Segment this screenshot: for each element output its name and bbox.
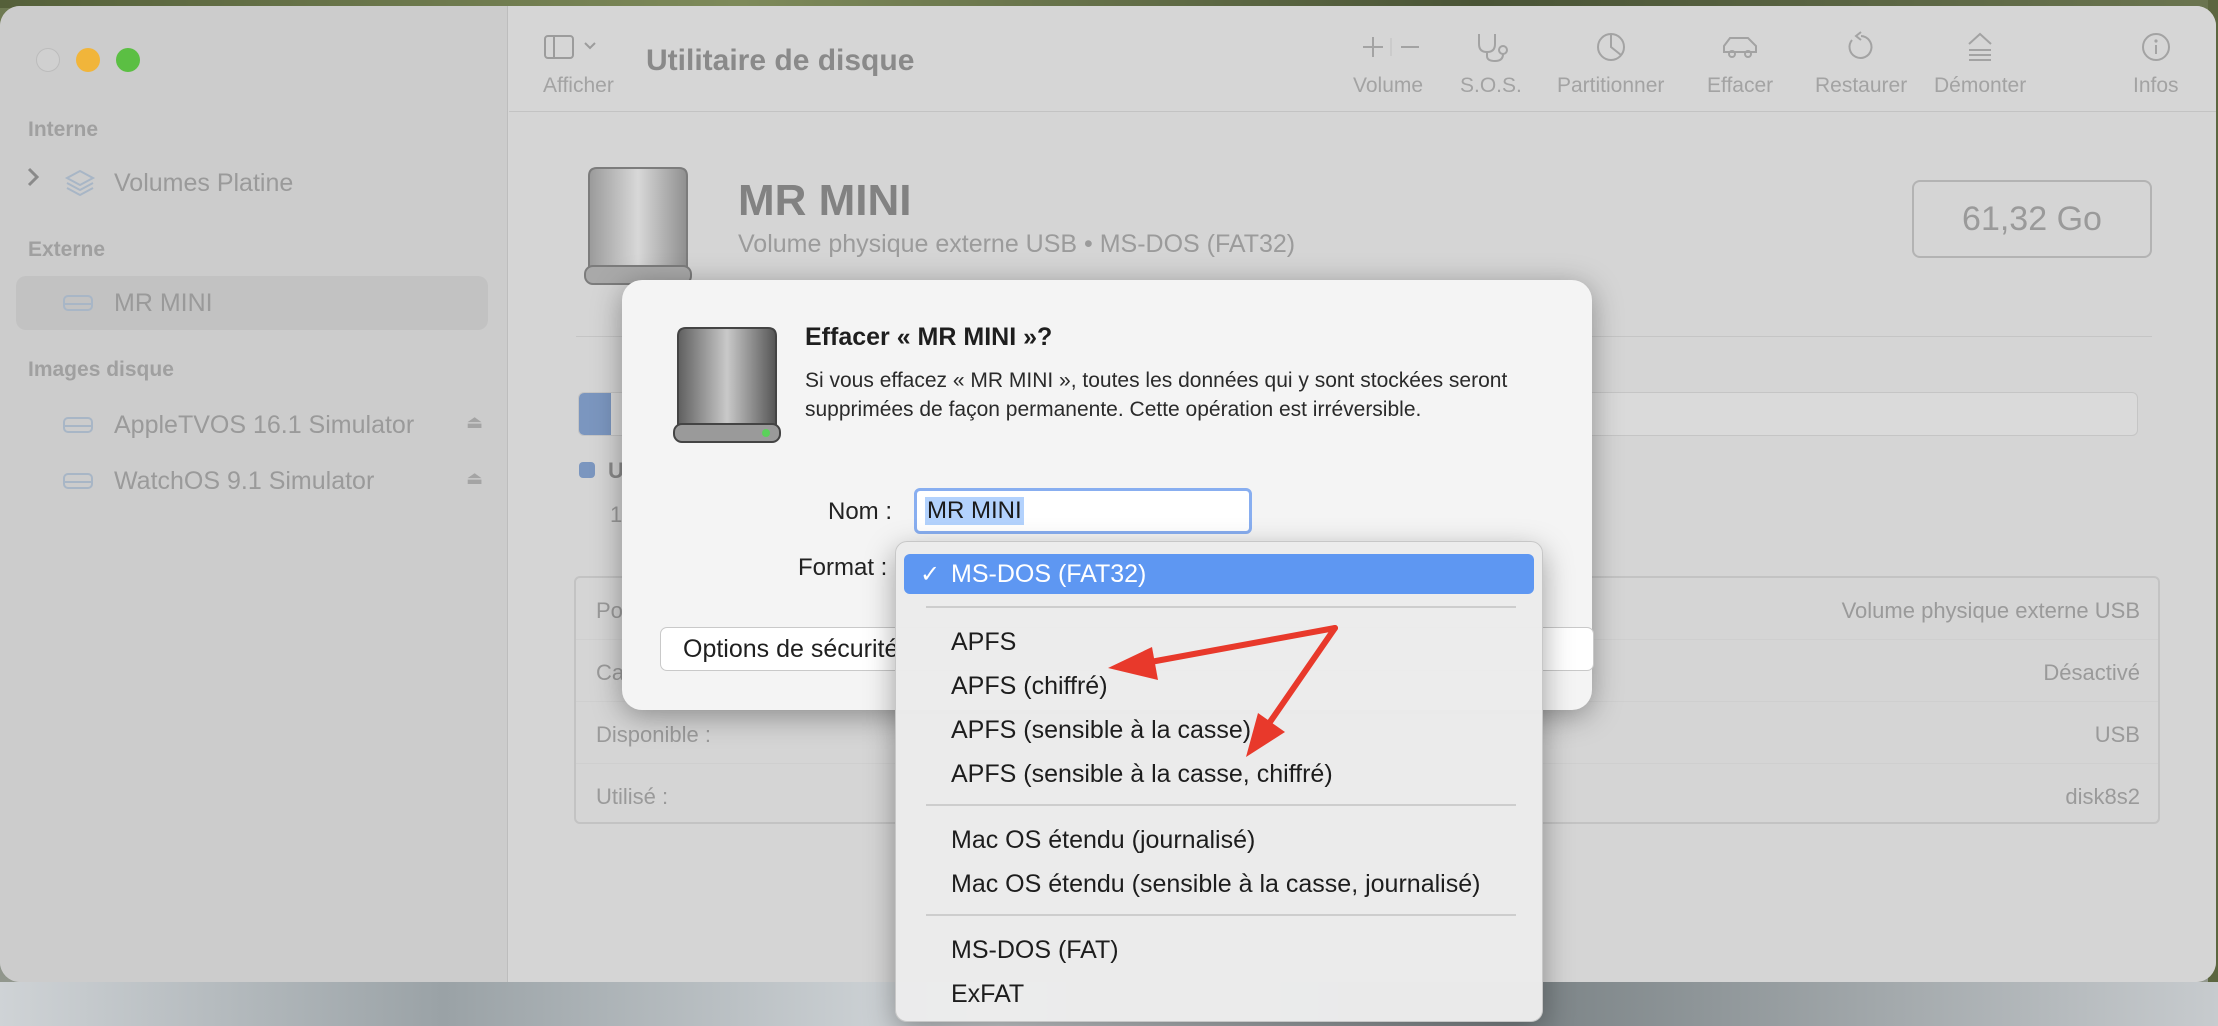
annotation-arrow: [1246, 625, 1338, 757]
annotation-arrows: [1108, 625, 1338, 757]
